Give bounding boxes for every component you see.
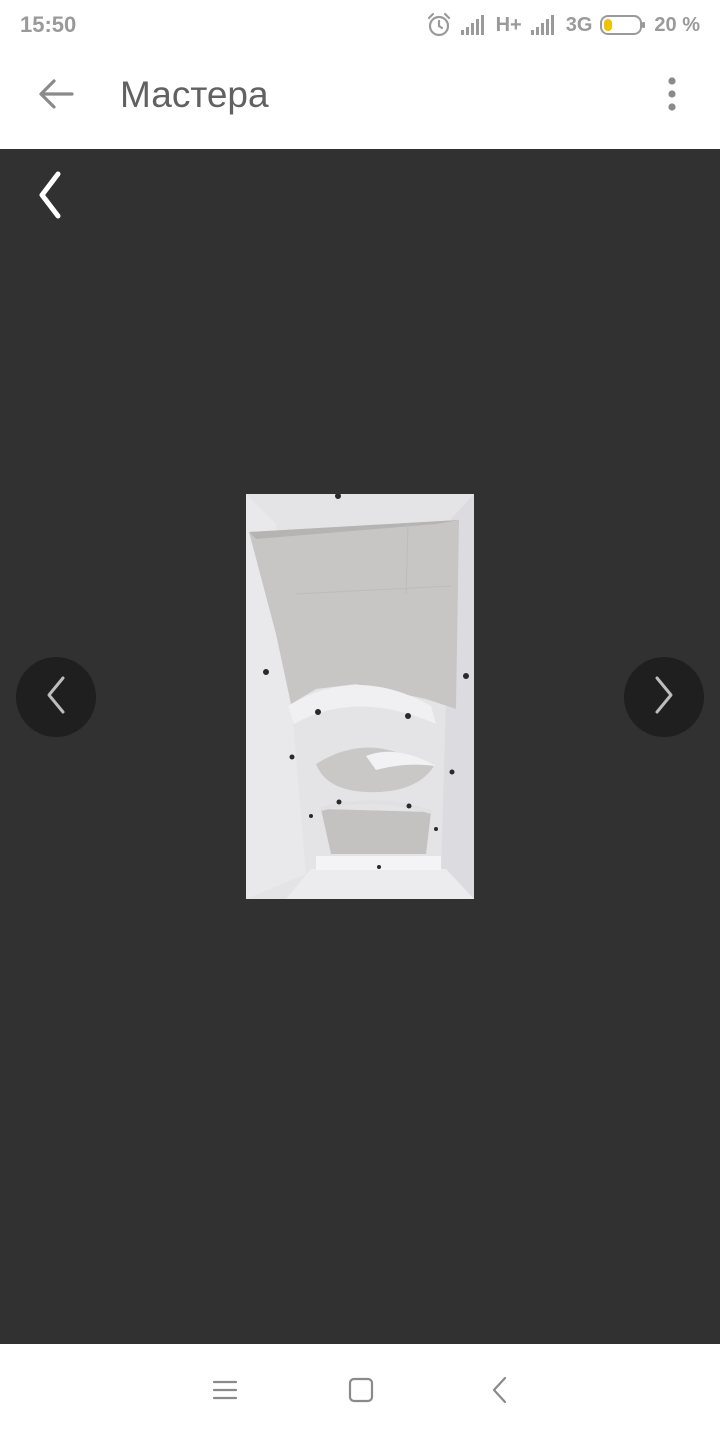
chevron-left-icon [37,171,63,224]
network-type-2: 3G [565,13,593,36]
ceiling-photo [246,494,474,899]
network-type-1: H+ [495,13,522,36]
chevron-left-icon [45,675,67,720]
image-viewer [0,149,720,1344]
back-arrow-icon [38,78,74,115]
home-square-icon [348,1377,374,1408]
battery-percent: 20 % [654,13,700,36]
status-bar: 15:50 H+ 3G 20 % [0,0,720,50]
alarm-icon [426,12,452,38]
home-button[interactable] [341,1374,381,1410]
next-photo-button[interactable] [624,657,704,737]
overflow-menu-icon [667,76,677,117]
chevron-right-icon [653,675,675,720]
status-time: 15:50 [20,12,77,37]
battery-icon [600,14,646,36]
gallery-photo[interactable] [246,494,474,899]
back-chevron-icon [491,1376,509,1409]
recent-apps-button[interactable] [205,1374,245,1410]
app-bar: Мастера [0,50,720,149]
back-button[interactable] [30,70,82,122]
menu-icon [212,1379,238,1406]
system-back-button[interactable] [480,1374,520,1410]
overflow-menu-button[interactable] [652,70,692,122]
page-title: Мастера [120,74,269,115]
status-indicators: H+ 3G 20 % [426,10,700,40]
system-nav-bar [0,1344,720,1440]
close-viewer-button[interactable] [28,171,72,223]
previous-photo-button[interactable] [16,657,96,737]
signal-icon [460,14,488,36]
signal-icon [530,14,558,36]
